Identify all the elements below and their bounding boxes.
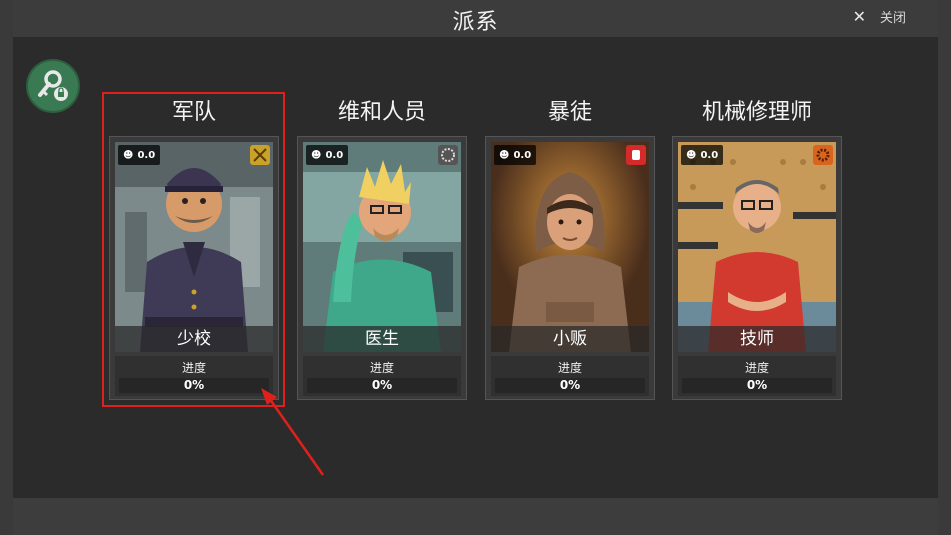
faction-title: 维和人员 bbox=[337, 100, 426, 125]
progress-label: 进度 bbox=[181, 361, 206, 375]
window-left-border bbox=[0, 0, 13, 535]
progress-section: 进度 0% bbox=[491, 356, 649, 396]
population-icon: ☻ bbox=[123, 149, 134, 161]
wreath-icon bbox=[438, 145, 458, 165]
faction-card-army[interactable]: 军队 ☻ 0.0 少校 进度 0% bbox=[109, 98, 279, 400]
progress-value: 0% bbox=[183, 378, 205, 392]
role-label: 医生 bbox=[303, 326, 461, 352]
faction-title: 军队 bbox=[171, 100, 216, 125]
window-right-border bbox=[938, 0, 951, 535]
faction-card[interactable]: ☻ 0.0 小贩 进度 0% bbox=[485, 136, 655, 400]
faction-title: 机械修理师 bbox=[701, 100, 812, 125]
population-icon: ☻ bbox=[499, 149, 510, 161]
gear-icon bbox=[813, 145, 833, 165]
progress-bar: 0% bbox=[682, 378, 832, 393]
progress-value: 0% bbox=[746, 378, 768, 392]
faction-card[interactable]: ☻ 0.0 医生 进度 0% bbox=[297, 136, 467, 400]
pointer-arrow-icon bbox=[261, 388, 325, 476]
faction-title: 暴徒 bbox=[547, 100, 592, 125]
role-label: 少校 bbox=[115, 326, 273, 352]
faction-card-mechanics[interactable]: 机械修理师 ☻ 0.0 技师 进度 0% bbox=[672, 98, 842, 400]
raised-fist-icon bbox=[626, 145, 646, 165]
window-footer bbox=[13, 498, 938, 535]
close-button[interactable]: ✕ 关闭 bbox=[853, 7, 906, 26]
close-label: 关闭 bbox=[879, 11, 906, 26]
population-badge: ☻ 0.0 bbox=[118, 145, 161, 165]
role-label: 小贩 bbox=[491, 326, 649, 352]
key-lock-button[interactable] bbox=[26, 59, 80, 113]
role-label: 技师 bbox=[678, 326, 836, 352]
faction-card-thugs[interactable]: 暴徒 ☻ 0.0 小贩 进度 0% bbox=[485, 98, 655, 400]
progress-label: 进度 bbox=[557, 361, 582, 375]
progress-section: 进度 0% bbox=[115, 356, 273, 396]
portrait-doctor: ☻ 0.0 医生 bbox=[303, 142, 461, 352]
key-lock-icon bbox=[38, 70, 68, 101]
close-icon[interactable]: ✕ bbox=[853, 7, 866, 26]
portrait-technician: ☻ 0.0 技师 bbox=[678, 142, 836, 352]
faction-card[interactable]: ☻ 0.0 技师 进度 0% bbox=[672, 136, 842, 400]
progress-label: 进度 bbox=[369, 361, 394, 375]
portrait-vendor: ☻ 0.0 小贩 bbox=[491, 142, 649, 352]
faction-card[interactable]: ☻ 0.0 少校 进度 0% bbox=[109, 136, 279, 400]
progress-label: 进度 bbox=[744, 361, 769, 375]
progress-bar: 0% bbox=[119, 378, 269, 393]
faction-card-peacekeepers[interactable]: 维和人员 ☻ 0.0 医生 进度 0% bbox=[297, 98, 467, 400]
window-title: 派系 bbox=[452, 10, 499, 35]
crossed-swords-icon bbox=[250, 145, 270, 165]
progress-bar: 0% bbox=[495, 378, 645, 393]
population-badge: ☻ 0.0 bbox=[681, 145, 724, 165]
population-icon: ☻ bbox=[311, 149, 322, 161]
population-icon: ☻ bbox=[686, 149, 697, 161]
progress-section: 进度 0% bbox=[678, 356, 836, 396]
population-badge: ☻ 0.0 bbox=[494, 145, 537, 165]
population-badge: ☻ 0.0 bbox=[306, 145, 349, 165]
portrait-major: ☻ 0.0 少校 bbox=[115, 142, 273, 352]
progress-value: 0% bbox=[559, 378, 581, 392]
window-header: 派系 ✕ 关闭 bbox=[13, 0, 938, 37]
